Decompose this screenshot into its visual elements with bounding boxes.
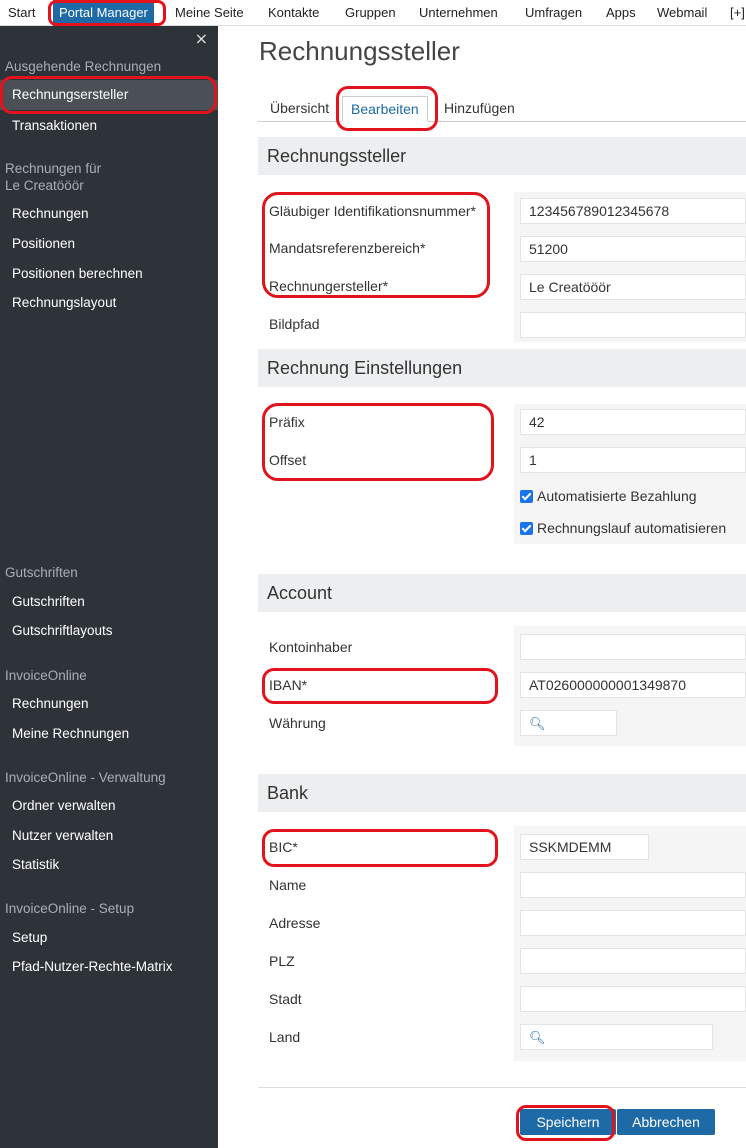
section-heading: Rechnungssteller xyxy=(258,137,746,175)
divider xyxy=(258,1087,746,1088)
main-content: Rechnungssteller Übersicht Bearbeiten Hi… xyxy=(218,26,746,1148)
nav-gruppen[interactable]: Gruppen xyxy=(345,0,396,26)
sidebar: × Ausgehende Rechnungen Rechnungserstell… xyxy=(0,26,218,1148)
land-lookup-input[interactable]: 🔍︎ xyxy=(520,1024,713,1050)
field-label: Gläubiger Identifikationsnummer* xyxy=(269,203,476,219)
sidebar-item-positionen[interactable]: Positionen xyxy=(12,236,75,251)
sidebar-item-rechnungsersteller[interactable]: Rechnungsersteller xyxy=(0,80,218,110)
checkbox-automatisierte-bezahlung[interactable]: Automatisierte Bezahlung xyxy=(520,488,697,504)
sidebar-item-gutschriften[interactable]: Gutschriften xyxy=(12,594,85,609)
offset-input[interactable]: 1 xyxy=(520,447,746,473)
field-label: Offset xyxy=(269,452,307,468)
bic-input[interactable]: SSKMDEMM xyxy=(520,834,649,860)
adresse-input[interactable] xyxy=(520,910,746,936)
sidebar-item-nutzer-verwalten[interactable]: Nutzer verwalten xyxy=(12,828,113,843)
sidebar-item-setup[interactable]: Setup xyxy=(12,930,47,945)
close-icon[interactable]: × xyxy=(195,29,208,48)
waehrung-lookup-input[interactable]: 🔍︎ xyxy=(520,710,617,736)
save-button[interactable]: Speichern xyxy=(520,1109,616,1135)
bank-name-input[interactable] xyxy=(520,872,746,898)
field-label: Mandatsreferenzbereich* xyxy=(269,240,426,256)
kontoinhaber-input[interactable] xyxy=(520,634,746,660)
rechnungersteller-input[interactable]: Le Creatööör xyxy=(520,274,746,300)
section-heading: Bank xyxy=(258,774,746,812)
field-label: IBAN* xyxy=(269,677,308,693)
cancel-button[interactable]: Abbrechen xyxy=(617,1109,715,1135)
nav-webmail[interactable]: Webmail xyxy=(657,0,707,26)
sidebar-item-meine-rechnungen[interactable]: Meine Rechnungen xyxy=(12,726,129,741)
checkbox-rechnungslauf-automatisieren[interactable]: Rechnungslauf automatisieren xyxy=(520,520,726,536)
sidebar-item-rechnungslayout[interactable]: Rechnungslayout xyxy=(12,295,116,310)
sidebar-item-rechnungen[interactable]: Rechnungen xyxy=(12,206,89,221)
field-label: Kontoinhaber xyxy=(269,639,353,655)
sidebar-item-pfad-nutzer-rechte-matrix[interactable]: Pfad-Nutzer-Rechte-Matrix xyxy=(12,959,173,974)
section-heading: Account xyxy=(258,574,746,612)
bildpfad-input[interactable] xyxy=(520,312,746,338)
sidebar-section-title: InvoiceOnline - Setup xyxy=(5,901,135,916)
nav-start[interactable]: Start xyxy=(8,0,35,26)
tab-uebersicht[interactable]: Übersicht xyxy=(270,96,329,122)
checkbox-checked[interactable] xyxy=(520,522,533,535)
field-label: Rechnungersteller* xyxy=(269,278,389,294)
sidebar-item-positionen-berechnen[interactable]: Positionen berechnen xyxy=(12,266,143,281)
nav-kontakte[interactable]: Kontakte xyxy=(268,0,319,26)
field-label: Land xyxy=(269,1029,301,1045)
nav-more[interactable]: [+] xyxy=(730,0,745,26)
field-label: BIC* xyxy=(269,839,298,855)
glaeubiger-id-input[interactable]: 123456789012345678 xyxy=(520,198,746,224)
nav-portal-manager[interactable]: Portal Manager xyxy=(53,0,154,26)
field-label: Bildpfad xyxy=(269,316,320,332)
field-label: PLZ xyxy=(269,953,295,969)
sidebar-item-statistik[interactable]: Statistik xyxy=(12,857,59,872)
field-label: Stadt xyxy=(269,991,302,1007)
magnifier-icon[interactable]: 🔍︎ xyxy=(529,717,546,732)
tab-hinzufuegen[interactable]: Hinzufügen xyxy=(444,96,515,122)
page-title: Rechnungssteller xyxy=(259,36,460,66)
sidebar-item-transaktionen[interactable]: Transaktionen xyxy=(12,118,97,133)
sidebar-item-gutschriftlayouts[interactable]: Gutschriftlayouts xyxy=(12,623,113,638)
nav-apps[interactable]: Apps xyxy=(606,0,636,26)
field-label: Präfix xyxy=(269,414,305,430)
field-label: Name xyxy=(269,877,307,893)
nav-umfragen[interactable]: Umfragen xyxy=(525,0,582,26)
mandatsreferenzbereich-input[interactable]: 51200 xyxy=(520,236,746,262)
sidebar-section-title: InvoiceOnline xyxy=(5,668,87,683)
field-label: Währung xyxy=(269,715,326,731)
section-heading: Rechnung Einstellungen xyxy=(258,349,746,387)
nav-unternehmen[interactable]: Unternehmen xyxy=(419,0,498,26)
tab-bearbeiten[interactable]: Bearbeiten xyxy=(342,96,428,122)
sidebar-item-invoiceonline-rechnungen[interactable]: Rechnungen xyxy=(12,696,89,711)
sidebar-item-ordner-verwalten[interactable]: Ordner verwalten xyxy=(12,798,116,813)
sidebar-section-title: InvoiceOnline - Verwaltung xyxy=(5,770,166,785)
tab-bar: Übersicht Bearbeiten Hinzufügen xyxy=(258,96,746,122)
sidebar-section-title: Ausgehende Rechnungen xyxy=(5,59,162,74)
plz-input[interactable] xyxy=(520,948,746,974)
field-label: Adresse xyxy=(269,915,321,931)
stadt-input[interactable] xyxy=(520,986,746,1012)
sidebar-section-subtitle: Le Creatööör xyxy=(5,178,84,193)
top-navigation: Start Portal Manager Meine Seite Kontakt… xyxy=(0,0,746,26)
checkbox-checked[interactable] xyxy=(520,490,533,503)
iban-input[interactable]: AT026000000001349870 xyxy=(520,672,746,698)
sidebar-section-title: Gutschriften xyxy=(5,565,78,580)
nav-meine-seite[interactable]: Meine Seite xyxy=(175,0,244,26)
checkbox-label: Automatisierte Bezahlung xyxy=(537,488,697,504)
sidebar-section-title: Rechnungen für xyxy=(5,161,102,176)
magnifier-icon[interactable]: 🔍︎ xyxy=(529,1031,546,1046)
checkbox-label: Rechnungslauf automatisieren xyxy=(537,520,727,536)
praefix-input[interactable]: 42 xyxy=(520,409,746,435)
